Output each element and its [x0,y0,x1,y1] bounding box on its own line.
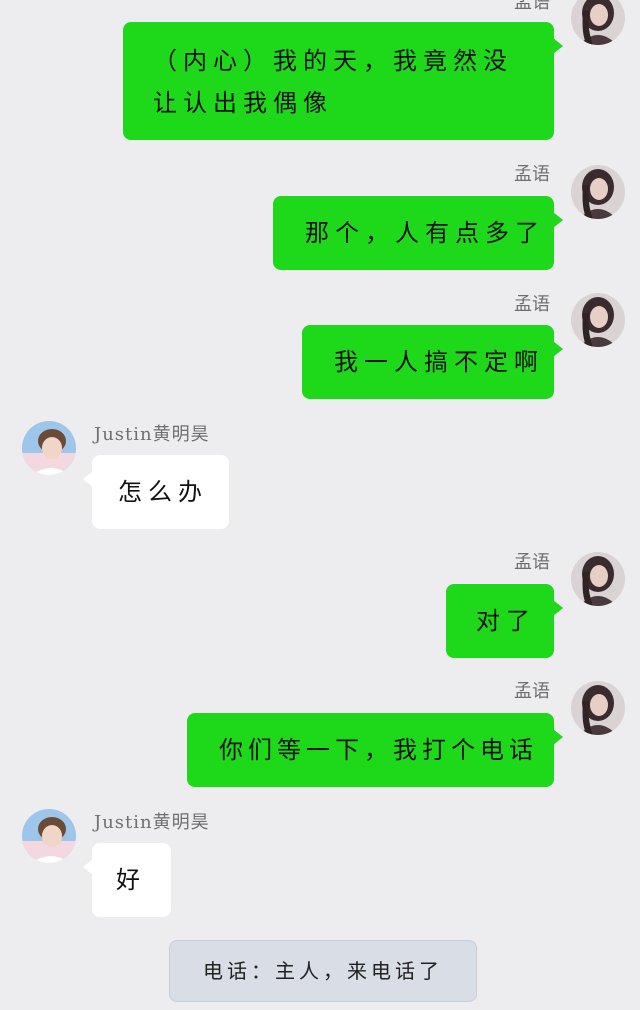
girl-avatar-icon[interactable] [571,552,625,606]
message-text: 你们等一下，我打个电话 [219,736,538,764]
message-bubble-sent[interactable]: 对了 [446,584,563,658]
girl-avatar-icon[interactable] [571,293,625,347]
girl-avatar-icon[interactable] [571,165,625,219]
sender-name: Justin黄明昊 [94,424,210,445]
message-bubble-sent[interactable]: 我一人搞不定啊 [302,325,563,399]
chat-view: 孟语 （内心）我的天，我竟然没让认出我偶像 孟语 那个，人有点多了 孟语 我一人… [0,0,640,1010]
message-bubble-sent[interactable]: 那个，人有点多了 [273,196,563,270]
girl-avatar-icon[interactable] [571,681,625,735]
message-bubble-received[interactable]: 好 [83,843,171,917]
sender-name: Justin黄明昊 [94,812,210,833]
message-bubble-sent[interactable]: 你们等一下，我打个电话 [187,713,563,787]
message-bubble-sent[interactable]: （内心）我的天，我竟然没让认出我偶像 [123,22,563,140]
message-text: 我一人搞不定啊 [334,348,544,376]
sender-name: 孟语 [514,0,550,13]
sender-name: 孟语 [514,552,550,573]
message-text: 那个，人有点多了 [305,219,545,247]
message-text: 好 [116,866,146,894]
system-notice-text: 电话：主人，来电话了 [203,959,443,983]
message-text: 怎么办 [118,478,208,506]
message-text: 对了 [476,607,536,635]
boy-avatar-icon[interactable] [22,421,76,475]
sender-name: 孟语 [514,681,550,702]
sender-name: 孟语 [514,164,550,185]
system-notice: 电话：主人，来电话了 [169,940,477,1002]
boy-avatar-icon[interactable] [22,809,76,863]
message-bubble-received[interactable]: 怎么办 [83,455,229,529]
girl-avatar-icon[interactable] [571,0,625,45]
message-text: （内心）我的天，我竟然没让认出我偶像 [153,47,513,117]
sender-name: 孟语 [514,294,550,315]
